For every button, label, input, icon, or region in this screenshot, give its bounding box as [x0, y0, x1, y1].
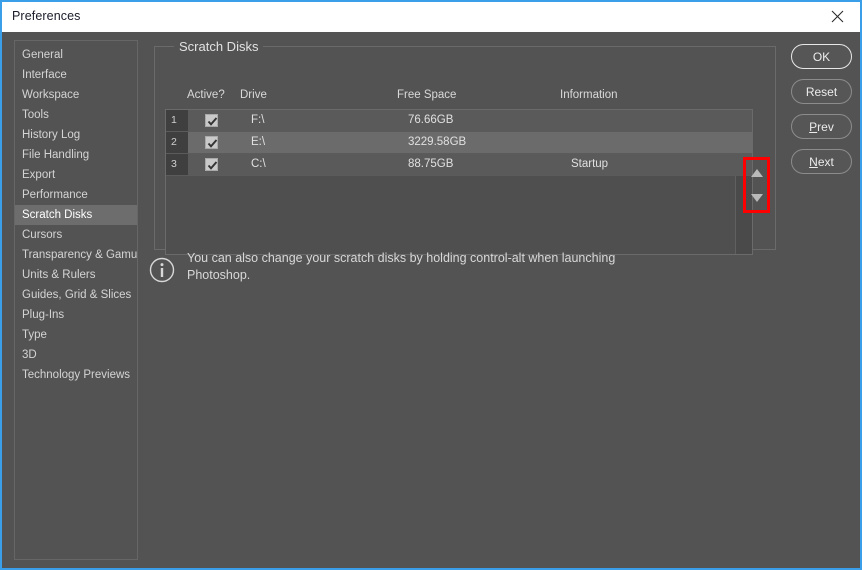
column-header-free-space: Free Space	[397, 89, 457, 101]
reorder-controls	[743, 157, 770, 213]
sidebar-item-label: Units & Rulers	[22, 269, 96, 281]
next-rest: ext	[817, 154, 834, 169]
sidebar-item-workspace[interactable]: Workspace	[15, 85, 137, 105]
sidebar-item-label: Transparency & Gamut	[22, 249, 138, 261]
info-icon	[149, 257, 175, 283]
sidebar-item-3d[interactable]: 3D	[15, 345, 137, 365]
sidebar-item-label: Performance	[22, 189, 88, 201]
reset-button[interactable]: Reset	[791, 79, 852, 104]
sidebar-item-general[interactable]: General	[15, 45, 137, 65]
next-button[interactable]: Next	[791, 149, 852, 174]
sidebar-item-label: File Handling	[22, 149, 90, 161]
sidebar-item-label: Plug-Ins	[22, 309, 65, 321]
sidebar-item-performance[interactable]: Performance	[15, 185, 137, 205]
sidebar-item-file-handling[interactable]: File Handling	[15, 145, 137, 165]
title-bar: Preferences	[2, 2, 860, 32]
sidebar-item-label: General	[22, 49, 63, 61]
sidebar-item-interface[interactable]: Interface	[15, 65, 137, 85]
cell-free-space: 88.75GB	[408, 158, 454, 170]
row-active-checkbox-cell	[205, 114, 218, 127]
sidebar-item-technology-previews[interactable]: Technology Previews	[15, 365, 137, 385]
sidebar-item-export[interactable]: Export	[15, 165, 137, 185]
close-button[interactable]	[814, 2, 860, 31]
prev-button-label: Prev	[809, 120, 834, 134]
sidebar-item-label: Scratch Disks	[22, 209, 93, 221]
row-number: 1	[166, 110, 188, 131]
sidebar-item-plug-ins[interactable]: Plug-Ins	[15, 305, 137, 325]
preferences-category-list[interactable]: General Interface Workspace Tools Histor…	[14, 40, 138, 560]
ok-button[interactable]: OK	[791, 44, 852, 69]
sidebar-item-label: History Log	[22, 129, 81, 141]
sidebar-item-transparency-gamut[interactable]: Transparency & Gamut	[15, 245, 137, 265]
row-active-checkbox-cell	[205, 158, 218, 171]
checkmark-icon	[207, 139, 218, 148]
triangle-up-icon[interactable]	[750, 168, 763, 177]
info-note-text: You can also change your scratch disks b…	[187, 251, 616, 282]
next-button-label: Next	[809, 155, 834, 169]
cell-drive: E:\	[251, 136, 266, 148]
prev-rest: rev	[817, 119, 834, 134]
sidebar-item-label: Interface	[22, 69, 67, 81]
sidebar-item-label: Workspace	[22, 89, 80, 101]
row-active-checkbox-cell	[205, 136, 218, 149]
ok-button-label: OK	[812, 49, 831, 64]
info-note: You can also change your scratch disks b…	[149, 250, 709, 284]
sidebar-item-label: Type	[22, 329, 47, 341]
cell-free-space: 76.66GB	[408, 114, 454, 126]
sidebar-item-guides-grid-slices[interactable]: Guides, Grid & Slices	[15, 285, 137, 305]
cell-information: Startup	[571, 158, 609, 170]
row-number: 3	[166, 154, 188, 175]
table-row[interactable]: 2 E:\ 3229.58GB	[166, 132, 752, 154]
next-mnemonic: N	[809, 154, 818, 169]
row-number: 2	[166, 132, 188, 153]
scratch-disks-group: Active? Drive Free Space Information 1 F…	[154, 46, 776, 255]
sidebar-item-type[interactable]: Type	[15, 325, 137, 345]
sidebar-item-label: Cursors	[22, 229, 63, 241]
sidebar-item-label: Technology Previews	[22, 369, 131, 381]
cell-drive: F:\	[251, 114, 265, 126]
sidebar-item-label: Export	[22, 169, 56, 181]
sidebar-item-cursors[interactable]: Cursors	[15, 225, 137, 245]
group-title: Scratch Disks	[174, 39, 264, 54]
scratch-disks-list[interactable]: 1 F:\ 76.66GB 2 E:\ 3229.58GB 3 C:\ 88.7…	[165, 109, 753, 255]
checkmark-icon	[207, 161, 218, 170]
active-checkbox[interactable]	[205, 136, 218, 149]
active-checkbox[interactable]	[205, 158, 218, 171]
preferences-dialog: Preferences General Interface Workspace …	[0, 0, 862, 570]
table-header-row: Active? Drive Free Space Information	[155, 89, 775, 107]
reset-button-label: Reset	[805, 84, 838, 99]
prev-button[interactable]: Prev	[791, 114, 852, 139]
prev-mnemonic: P	[809, 119, 818, 134]
cell-drive: C:\	[251, 158, 266, 170]
triangle-down-icon[interactable]	[750, 193, 763, 202]
checkmark-icon	[207, 117, 218, 126]
close-icon	[831, 10, 843, 23]
sidebar-item-tools[interactable]: Tools	[15, 105, 137, 125]
dialog-body: General Interface Workspace Tools Histor…	[2, 32, 860, 568]
active-checkbox[interactable]	[205, 114, 218, 127]
sidebar-item-scratch-disks[interactable]: Scratch Disks	[15, 205, 137, 225]
sidebar-item-history-log[interactable]: History Log	[15, 125, 137, 145]
sidebar-item-units-rulers[interactable]: Units & Rulers	[15, 265, 137, 285]
column-header-active: Active?	[187, 89, 225, 101]
column-header-drive: Drive	[240, 89, 267, 101]
window-title: Preferences	[12, 9, 81, 23]
cell-free-space: 3229.58GB	[408, 136, 467, 148]
table-row[interactable]: 3 C:\ 88.75GB Startup	[166, 154, 752, 176]
column-header-information: Information	[560, 89, 618, 101]
sidebar-item-label: 3D	[22, 349, 37, 361]
table-row[interactable]: 1 F:\ 76.66GB	[166, 110, 752, 132]
sidebar-item-label: Guides, Grid & Slices	[22, 289, 132, 301]
sidebar-item-label: Tools	[22, 109, 49, 121]
